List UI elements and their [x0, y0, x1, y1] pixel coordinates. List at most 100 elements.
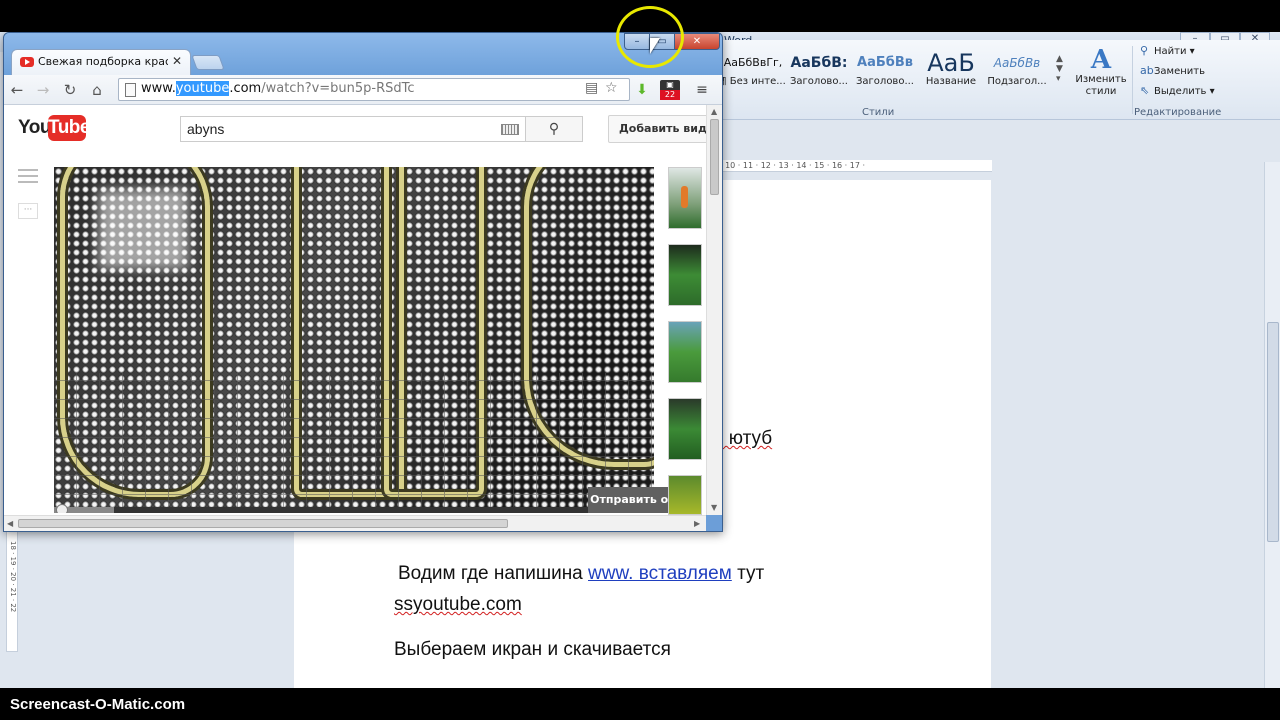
url-path: /watch?v=bun5p-RSdTc	[261, 81, 415, 96]
thumbnail-figure	[681, 186, 688, 208]
doc-hyperlink[interactable]: www. вставляем	[588, 563, 732, 584]
style-name: ¶ Без инте...	[720, 76, 786, 87]
select-button[interactable]: ⇖ Выделить ▾	[1140, 84, 1215, 97]
youtube-search-button[interactable]: ⚲	[525, 116, 583, 142]
more-dots-icon[interactable]: ···	[18, 203, 38, 219]
reload-icon[interactable]: ↻	[61, 81, 79, 99]
badge-count: 22	[660, 90, 680, 100]
styles-scroll-arrows[interactable]: ▲ ▼ ▾	[1056, 54, 1063, 84]
chrome-vscroll-thumb[interactable]	[710, 119, 719, 195]
cursor-icon: ⇖	[1140, 84, 1150, 97]
styles-group-label: Стили	[862, 107, 895, 118]
horizontal-ruler[interactable]: · 10 · 11 · 12 · 13 · 14 · 15 · 16 · 17 …	[720, 160, 992, 172]
chrome-titlebar[interactable]: Свежая подборка красиво ✕ – ▭ ✕	[4, 33, 722, 79]
binoculars-icon: ⚲	[1140, 44, 1149, 57]
related-video-thumbnail[interactable]	[668, 167, 702, 229]
bookmark-star-icon[interactable]: ☆	[605, 80, 618, 96]
video-progress-bar[interactable]	[54, 504, 654, 513]
menu-icon[interactable]: ≡	[692, 80, 712, 100]
style-sample: АаБбВв	[993, 56, 1041, 70]
replace-icon: ab	[1140, 64, 1154, 77]
style-heading1[interactable]: АаБбВ: Заголово...	[786, 50, 852, 100]
word-scroll-thumb[interactable]	[1267, 322, 1279, 542]
scroll-left-icon[interactable]: ◀	[7, 519, 13, 528]
scroll-down-icon[interactable]: ▼	[711, 503, 717, 512]
youtube-page: You Tube abyns ⚲ Добавить видео ··· Отпр…	[4, 105, 718, 515]
style-heading2[interactable]: АаБбВв Заголово...	[852, 50, 918, 100]
style-sample: АаБбВвГг,	[723, 56, 783, 69]
chrome-vertical-scrollbar[interactable]: ▲ ▼	[706, 105, 722, 515]
scroll-up-icon[interactable]: ▲	[711, 107, 717, 116]
style-sample: AaБ	[927, 50, 975, 76]
style-subtitle[interactable]: АаБбВв Подзагол...	[984, 50, 1050, 100]
video-player[interactable]	[54, 167, 654, 513]
url-selection: youtube	[175, 81, 230, 96]
related-video-thumbnail[interactable]	[668, 321, 702, 383]
forward-arrow-icon[interactable]: →	[34, 81, 52, 99]
word-vertical-scrollbar[interactable]	[1264, 162, 1280, 688]
screen: Word – ▭ ✕ – ❐ ✕ АаБбВвГг, ¶ Без инте...…	[0, 0, 1280, 720]
upload-video-button[interactable]: Добавить видео	[608, 115, 718, 143]
url-text[interactable]: www.youtube.com/watch?v=bun5p-RSdTc	[141, 81, 415, 96]
doc-text: Выбераем икран и скачивается	[394, 639, 671, 660]
badge-top: ▣	[666, 80, 674, 89]
doc-text-line: Водим где напишина www. вставляем тут	[398, 563, 764, 585]
style-sample: АаБбВв	[857, 55, 913, 70]
chrome-toolbar: ← → ↻ ⌂ www.youtube.com/watch?v=bun5p-RS…	[4, 75, 722, 105]
url-domain-suffix: .com	[229, 81, 262, 96]
related-video-thumbnail[interactable]	[668, 475, 702, 515]
youtube-search-input[interactable]: abyns	[180, 116, 526, 142]
browser-tab[interactable]: Свежая подборка красиво ✕	[11, 49, 191, 75]
youtube-favicon-icon	[20, 57, 34, 67]
find-button[interactable]: ⚲ Найти ▾	[1140, 44, 1195, 57]
style-title[interactable]: AaБ Название	[918, 50, 984, 100]
style-name: Подзагол...	[987, 76, 1047, 87]
youtube-logo-tube: Tube	[48, 115, 90, 141]
chrome-horizontal-scrollbar[interactable]: ◀ ▶	[4, 515, 706, 531]
ribbon-separator	[1132, 46, 1133, 114]
tab-title: Свежая подборка красиво	[38, 55, 168, 68]
search-icon: ⚲	[548, 121, 560, 137]
screencast-watermark: Screencast-O-Matic.com	[10, 696, 186, 713]
guide-menu-icon[interactable]	[18, 169, 38, 183]
change-styles-icon: A	[1090, 45, 1112, 75]
doc-text: тут	[737, 563, 765, 584]
home-icon[interactable]: ⌂	[88, 81, 106, 99]
new-tab-button[interactable]	[191, 55, 225, 70]
video-grid-floor	[54, 373, 654, 513]
extension-badge-icon[interactable]: ▣ 22	[660, 80, 680, 100]
cursor-highlight-ring	[616, 6, 684, 68]
tab-close-icon[interactable]: ✕	[172, 54, 182, 68]
search-value: abyns	[187, 121, 225, 137]
video-blur	[98, 189, 188, 269]
back-arrow-icon[interactable]: ←	[8, 81, 26, 99]
download-extension-icon[interactable]: ⬇	[632, 80, 652, 100]
video-progress-knob[interactable]	[56, 504, 68, 513]
address-bar[interactable]: www.youtube.com/watch?v=bun5p-RSdTc ▤ ☆	[118, 78, 630, 101]
style-name: Заголово...	[856, 76, 914, 87]
editing-group-label: Редактирование	[1134, 107, 1222, 118]
style-name: Название	[925, 76, 977, 87]
change-styles-button[interactable]: A Изменить стили	[1070, 46, 1132, 98]
chrome-hscroll-thumb[interactable]	[18, 519, 508, 528]
page-action-icon[interactable]: ▤	[585, 80, 598, 96]
related-video-thumbnail[interactable]	[668, 244, 702, 306]
doc-text: Водим где напишина	[398, 563, 583, 584]
doc-text-line: ssyoutube.com	[394, 594, 522, 616]
scroll-right-icon[interactable]: ▶	[694, 519, 700, 528]
mouse-cursor-icon	[650, 38, 660, 54]
doc-text: ssyoutube.com	[394, 594, 522, 615]
replace-label: Заменить	[1154, 66, 1205, 77]
change-styles-label: Изменить стили	[1075, 74, 1127, 97]
replace-button[interactable]: abЗаменить	[1140, 64, 1205, 77]
related-video-thumbnail[interactable]	[668, 398, 702, 460]
chrome-window: Свежая подборка красиво ✕ – ▭ ✕ ← → ↻ ⌂ …	[3, 32, 723, 532]
keyboard-icon[interactable]	[501, 124, 519, 135]
style-name: Заголово...	[790, 76, 848, 87]
page-icon	[125, 83, 136, 97]
ribbon: АаБбВвГг, ¶ Без инте... АаБбВ: Заголово.…	[720, 40, 1280, 120]
find-label: Найти	[1154, 46, 1187, 57]
style-no-spacing[interactable]: АаБбВвГг, ¶ Без инте...	[720, 50, 786, 100]
doc-text-line: Выбераем икран и скачивается	[394, 639, 671, 661]
url-prefix: www.	[141, 81, 176, 96]
